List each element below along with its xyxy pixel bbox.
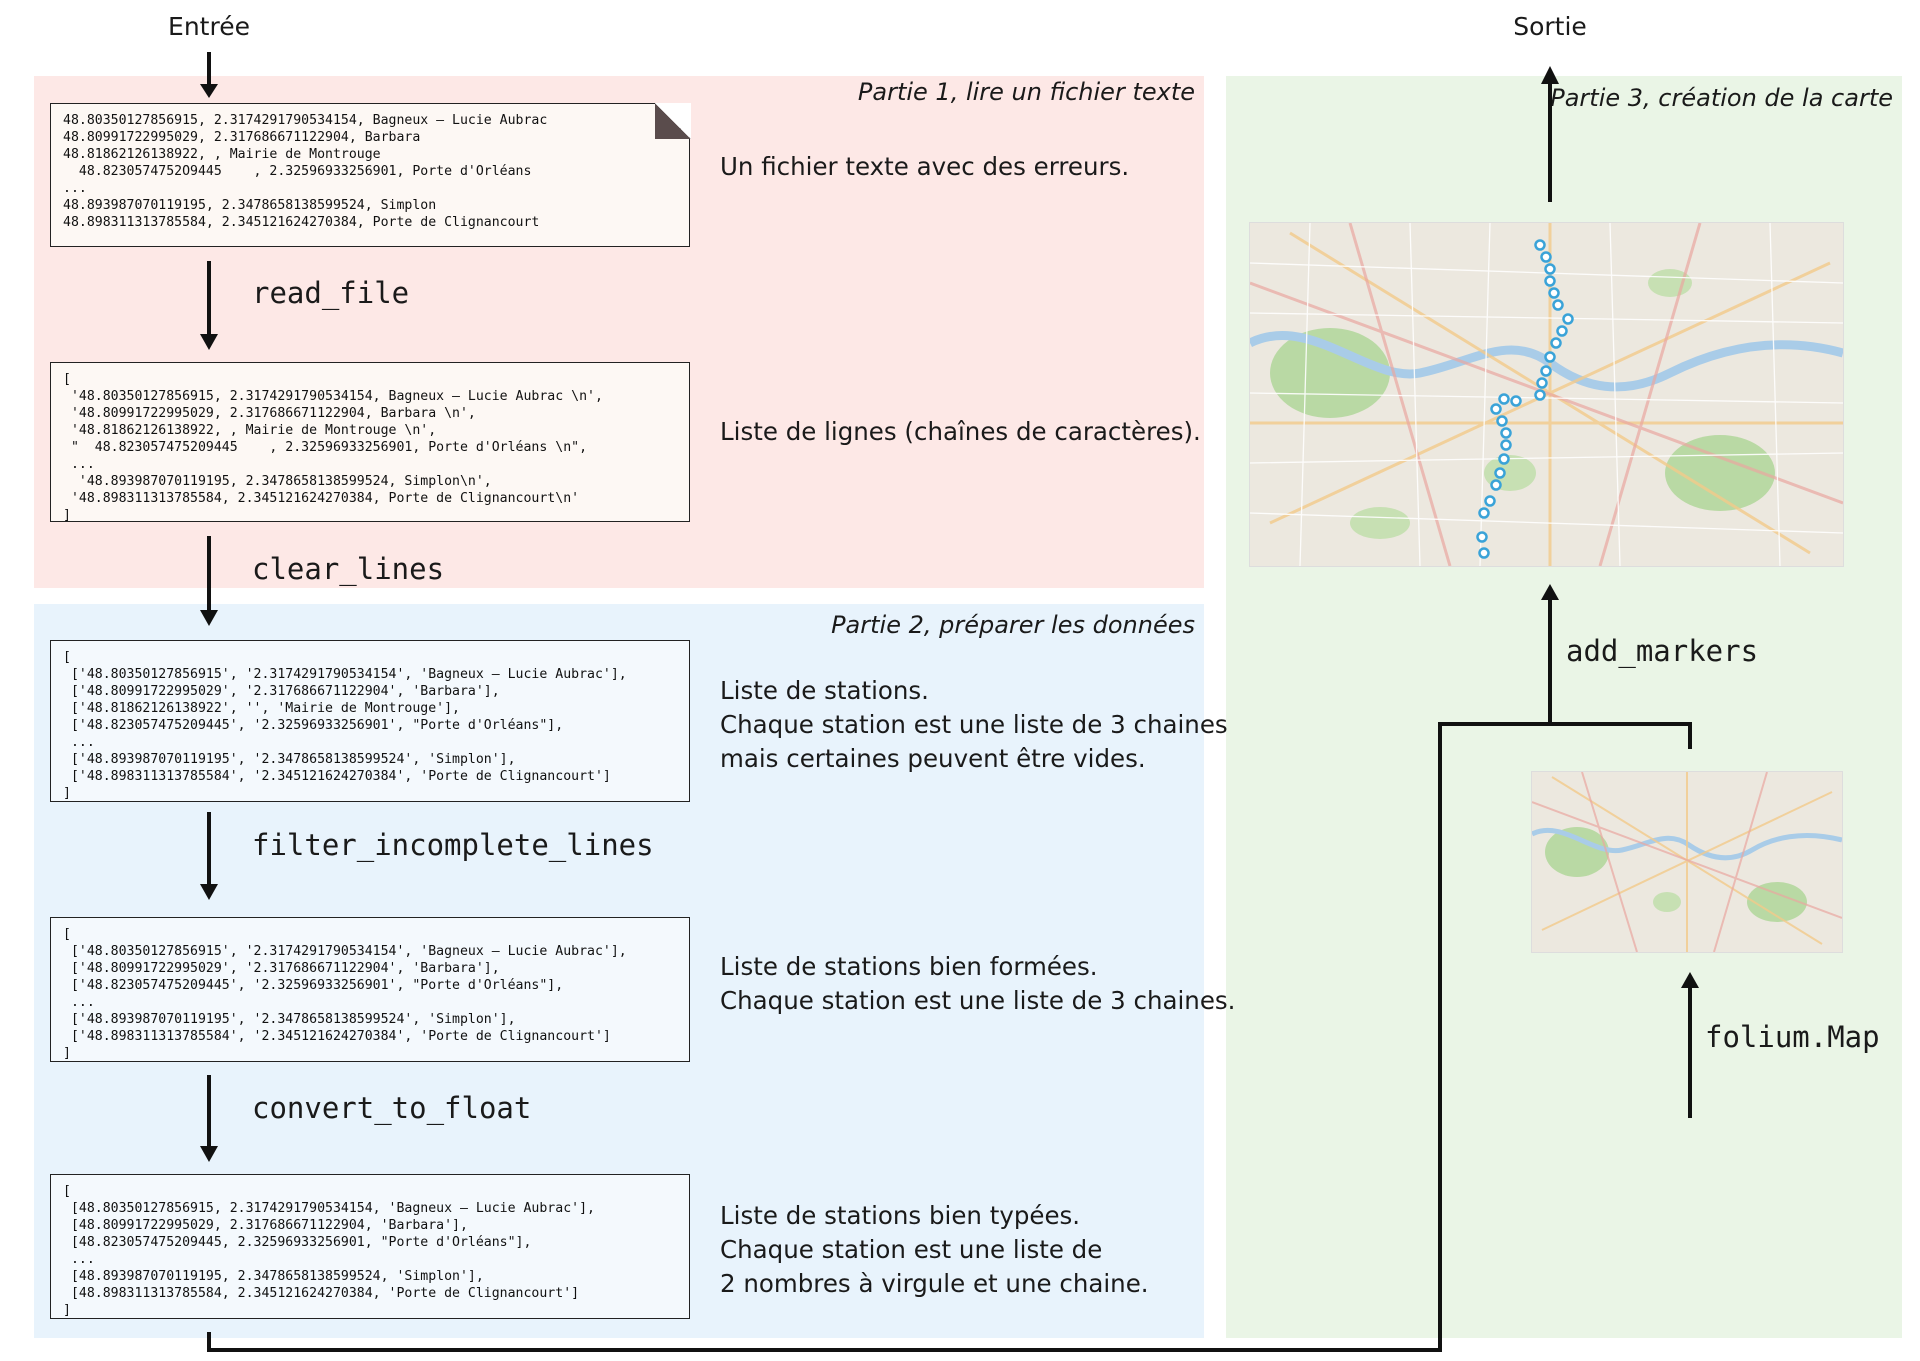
flow-arrows	[200, 52, 1699, 1352]
arrowhead-up	[1681, 972, 1699, 988]
connector-to-add-markers	[207, 722, 1692, 1352]
arrowhead-down	[200, 884, 218, 900]
arrowhead-down	[200, 1146, 218, 1162]
arrowhead-down	[200, 334, 218, 350]
arrowhead-down	[200, 84, 218, 98]
arrowhead-up	[1541, 584, 1559, 600]
arrowhead-down	[200, 610, 218, 626]
arrowhead-up	[1541, 66, 1559, 84]
